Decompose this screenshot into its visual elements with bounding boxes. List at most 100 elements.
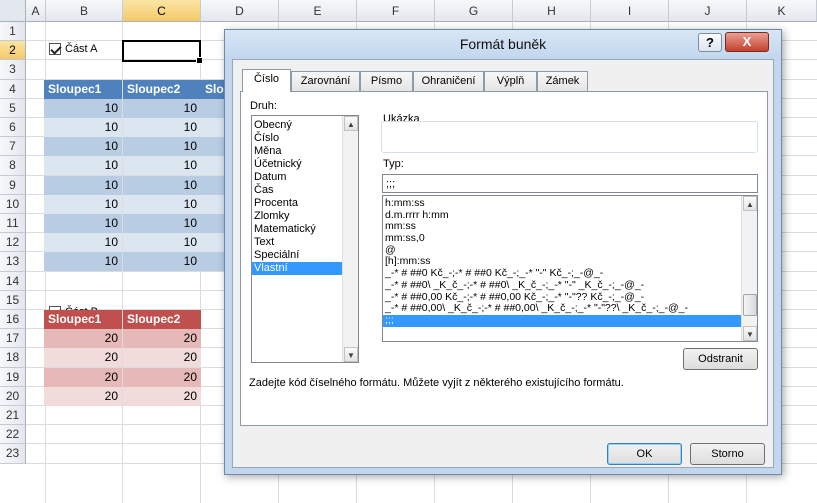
column-header[interactable]: K bbox=[747, 0, 817, 22]
format-list[interactable]: h:mm:ss d.m.rrrr h:mm mm:ss mm:ss,0 @ [h]:mm:… bbox=[382, 195, 758, 342]
row-header[interactable]: 6 bbox=[0, 118, 26, 138]
table-a-cell[interactable]: 10 bbox=[123, 233, 201, 252]
column-header[interactable]: C bbox=[123, 0, 201, 22]
select-all-corner[interactable] bbox=[0, 0, 26, 22]
table-b-cell[interactable]: 20 bbox=[44, 368, 122, 387]
table-a-cell[interactable] bbox=[201, 118, 224, 137]
delete-button[interactable]: Odstranit bbox=[683, 348, 758, 370]
checkbox-a-box[interactable] bbox=[49, 43, 61, 55]
table-a-cell[interactable]: 10 bbox=[123, 99, 201, 118]
table-a-cell[interactable] bbox=[201, 156, 224, 175]
table-a-cell[interactable]: 10 bbox=[123, 195, 201, 214]
row-header[interactable]: 8 bbox=[0, 156, 26, 176]
column-header[interactable]: J bbox=[669, 0, 747, 22]
table-a-cell[interactable] bbox=[201, 99, 224, 118]
tab-ohraniceni[interactable]: Ohraničení bbox=[413, 71, 484, 91]
table-a-cell[interactable] bbox=[201, 137, 224, 156]
table-a-cell[interactable]: 10 bbox=[44, 176, 122, 195]
help-button[interactable]: ? bbox=[698, 33, 722, 52]
table-b-cell[interactable]: 20 bbox=[123, 348, 201, 367]
column-header[interactable]: F bbox=[357, 0, 435, 22]
tab-cislo[interactable]: Číslo bbox=[242, 69, 291, 92]
table-a-cell[interactable] bbox=[201, 233, 224, 252]
column-header[interactable]: I bbox=[591, 0, 669, 22]
format-item[interactable]: @ bbox=[383, 244, 741, 257]
row-header[interactable]: 18 bbox=[0, 348, 26, 368]
checkbox-cast-a[interactable]: Část A bbox=[49, 43, 97, 55]
tab-zamek[interactable]: Zámek bbox=[537, 71, 588, 91]
category-item[interactable]: Procenta bbox=[252, 197, 343, 210]
category-item[interactable]: Čas bbox=[252, 184, 343, 197]
scroll-up-icon[interactable]: ▲ bbox=[743, 196, 757, 211]
table-a-cell[interactable]: 10 bbox=[123, 137, 201, 156]
table-a-cell[interactable]: 10 bbox=[44, 156, 122, 175]
table-a-cell[interactable]: 10 bbox=[123, 214, 201, 233]
row-header[interactable]: 15 bbox=[0, 290, 26, 310]
row-header[interactable]: 14 bbox=[0, 271, 26, 291]
table-b-cell[interactable]: 20 bbox=[44, 387, 122, 406]
row-header[interactable]: 11 bbox=[0, 214, 26, 234]
format-item[interactable]: h:mm:ss bbox=[383, 197, 741, 210]
row-header[interactable]: 7 bbox=[0, 137, 26, 157]
category-item[interactable]: Text bbox=[252, 236, 343, 249]
row-header[interactable]: 1 bbox=[0, 22, 26, 42]
table-a-cell[interactable]: 10 bbox=[44, 233, 122, 252]
format-item[interactable]: mm:ss,0 bbox=[383, 232, 741, 245]
row-header[interactable]: 20 bbox=[0, 386, 26, 406]
column-header[interactable]: G bbox=[435, 0, 513, 22]
table-b-cell[interactable]: 20 bbox=[44, 348, 122, 367]
row-header[interactable]: 10 bbox=[0, 194, 26, 214]
type-input[interactable] bbox=[382, 174, 758, 193]
column-header[interactable]: B bbox=[46, 0, 123, 22]
category-item[interactable]: Číslo bbox=[252, 132, 343, 145]
table-a-cell[interactable]: 10 bbox=[123, 118, 201, 137]
table-a-cell[interactable]: 10 bbox=[44, 252, 122, 271]
category-item[interactable]: Zlomky bbox=[252, 210, 343, 223]
cancel-button[interactable]: Storno bbox=[690, 443, 765, 465]
tab-vypln[interactable]: Výplň bbox=[484, 71, 537, 91]
active-cell-c2[interactable] bbox=[122, 40, 203, 64]
scroll-thumb[interactable] bbox=[743, 294, 757, 316]
scroll-down-icon[interactable]: ▼ bbox=[344, 347, 358, 362]
table-a-cell[interactable]: 10 bbox=[44, 137, 122, 156]
table-b-cell[interactable]: 20 bbox=[123, 329, 201, 348]
table-b-cell[interactable]: 20 bbox=[123, 387, 201, 406]
table-a-header[interactable]: Sloupec2 bbox=[123, 80, 201, 99]
table-a-cell[interactable]: 10 bbox=[123, 156, 201, 175]
tab-zarovnani[interactable]: Zarovnání bbox=[291, 71, 360, 91]
row-header[interactable]: 9 bbox=[0, 175, 26, 195]
table-a-header[interactable]: Sloupec1 bbox=[44, 80, 122, 99]
scroll-down-icon[interactable]: ▼ bbox=[743, 326, 757, 341]
column-header[interactable]: H bbox=[513, 0, 591, 22]
table-a-cell[interactable]: 10 bbox=[123, 176, 201, 195]
scroll-up-icon[interactable]: ▲ bbox=[344, 116, 358, 131]
table-a-cell[interactable] bbox=[201, 214, 224, 233]
row-header[interactable]: 17 bbox=[0, 329, 26, 349]
row-header[interactable]: 13 bbox=[0, 252, 26, 272]
table-b-cell[interactable]: 20 bbox=[44, 329, 122, 348]
table-a-cell[interactable]: 10 bbox=[44, 214, 122, 233]
table-a-cell[interactable]: 10 bbox=[44, 118, 122, 137]
format-item[interactable]: d.m.rrrr h:mm bbox=[383, 209, 741, 222]
format-item[interactable]: mm:ss bbox=[383, 221, 741, 233]
category-item[interactable]: Měna bbox=[252, 145, 343, 158]
table-a-cell[interactable] bbox=[201, 176, 224, 195]
category-item[interactable]: Obecný bbox=[252, 119, 343, 132]
category-scrollbar[interactable]: ▲ ▼ bbox=[342, 116, 358, 362]
table-a-cell[interactable]: 10 bbox=[44, 99, 122, 118]
category-item[interactable]: Vlastní bbox=[252, 262, 343, 275]
row-header[interactable]: 5 bbox=[0, 98, 26, 118]
row-header[interactable]: 22 bbox=[0, 425, 26, 445]
format-item[interactable]: _-* # ##0,00\ _K_č_-;-* # ##0,00\ _K_č_-… bbox=[383, 302, 741, 315]
row-header[interactable]: 21 bbox=[0, 406, 26, 426]
table-b-header[interactable]: Sloupec2 bbox=[123, 310, 201, 329]
close-button[interactable]: X bbox=[725, 32, 769, 52]
column-header[interactable]: A bbox=[26, 0, 46, 22]
category-item[interactable]: Datum bbox=[252, 171, 343, 184]
row-header[interactable]: 23 bbox=[0, 444, 26, 464]
format-item[interactable]: ;;; bbox=[383, 314, 741, 327]
row-header[interactable]: 4 bbox=[0, 79, 26, 99]
tab-pismo[interactable]: Písmo bbox=[360, 71, 413, 91]
ok-button[interactable]: OK bbox=[607, 443, 682, 465]
row-header[interactable]: 3 bbox=[0, 60, 26, 80]
